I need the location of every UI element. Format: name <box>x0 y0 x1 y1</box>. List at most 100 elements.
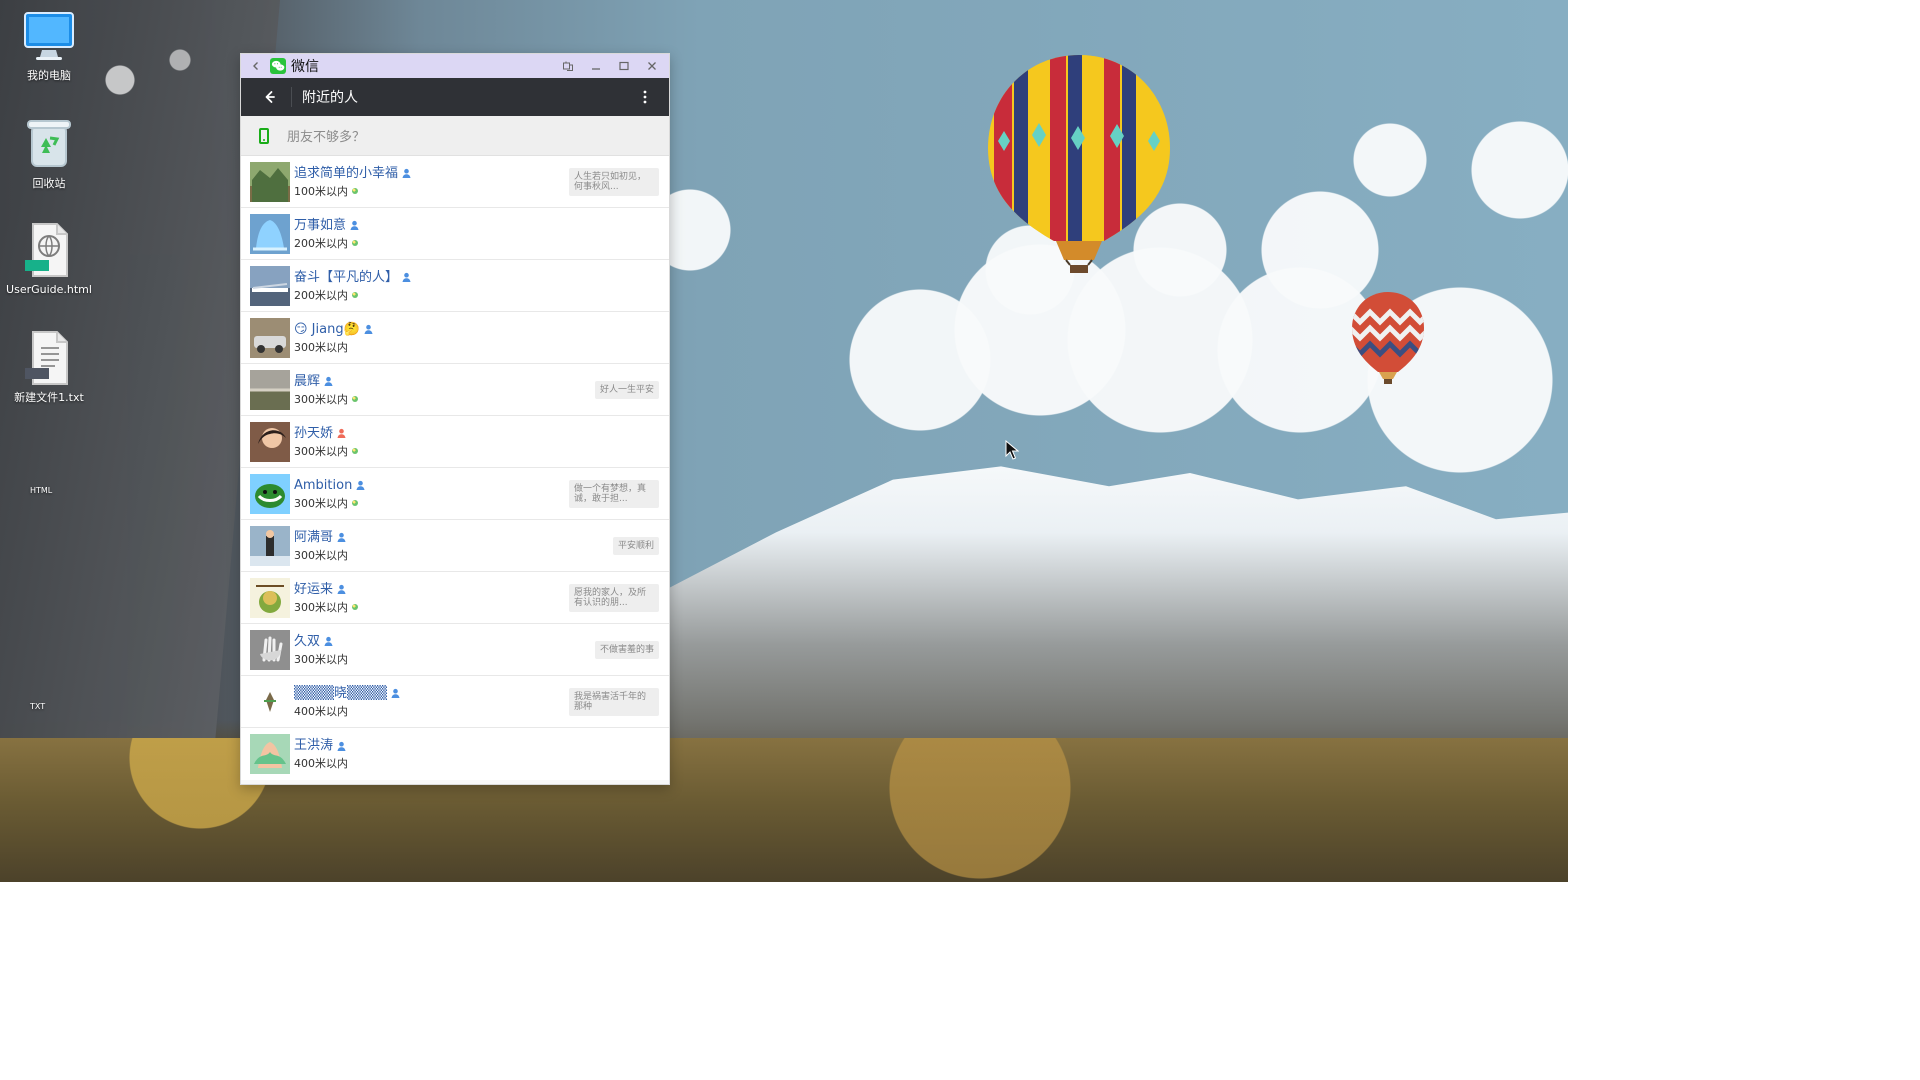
list-item[interactable]: 孙天娇 300米以内 <box>241 416 669 468</box>
list-item[interactable]: 万事如意 200米以内 <box>241 208 669 260</box>
distance: 300米以内 <box>294 496 348 510</box>
contact-name: 😏 Jiang🤔 <box>294 321 360 337</box>
signature: 平安顺利 <box>612 536 659 555</box>
phone-icon <box>259 127 269 144</box>
distance-line: 400米以内 <box>294 705 561 718</box>
person-icon <box>355 480 366 491</box>
page-title: 附近的人 <box>302 90 358 106</box>
distance-line: 300米以内 <box>294 497 561 510</box>
ground <box>0 738 1568 882</box>
desktop-icon-label: 新建文件1.txt <box>14 391 84 404</box>
contact-name: Ambition <box>294 477 353 493</box>
distance-line: 300米以内 <box>294 601 561 614</box>
titlebar-left: 微信 <box>247 56 559 76</box>
desktop-icon-new-text-file[interactable]: TXT 新建文件1.txt <box>1 330 97 711</box>
list-item[interactable]: 追求简单的小幸福 100米以内 人生若只如初见，何事秋风... <box>241 156 669 208</box>
chevron-left-icon[interactable] <box>247 57 265 75</box>
avatar <box>250 629 290 670</box>
item-main: Ambition 300米以内 <box>294 478 561 510</box>
distance-line: 300米以内 <box>294 445 659 458</box>
avatar <box>250 525 290 566</box>
status-dot <box>352 396 358 402</box>
desktop-icon-computer[interactable]: 我的电脑 <box>1 8 97 82</box>
minimize-icon[interactable] <box>587 57 605 75</box>
screenshot-icon[interactable] <box>559 57 577 75</box>
distance: 200米以内 <box>294 288 348 302</box>
avatar <box>250 734 290 774</box>
maximize-icon[interactable] <box>615 57 633 75</box>
desktop: 我的电脑 回收站 HTML UserGuide.html TXT 新建文件1.t… <box>0 0 1568 882</box>
contact-name: 久双 <box>294 633 321 649</box>
list-item[interactable]: 😏 Jiang🤔 300米以内 <box>241 312 669 364</box>
list-item[interactable]: 奋斗【平凡的人】 200米以内 <box>241 260 669 312</box>
desktop-icon-userguide-html[interactable]: HTML UserGuide.html <box>1 222 97 495</box>
person-icon <box>323 636 334 647</box>
avatar <box>250 369 290 410</box>
avatar <box>250 473 290 514</box>
list-item[interactable]: 王洪涛 400米以内 <box>241 728 669 780</box>
list-item[interactable]: ▒▒▒▒晓▒▒▒▒ 400米以内 我是祸害活千年的那种 <box>241 676 669 728</box>
distance-line: 400米以内 <box>294 757 659 770</box>
desktop-icon-label: 我的电脑 <box>27 69 71 82</box>
contact-name: 奋斗【平凡的人】 <box>294 269 399 285</box>
item-main: 久双 300米以内 <box>294 634 587 666</box>
contact-name: 追求简单的小幸福 <box>294 165 399 181</box>
distance-line: 300米以内 <box>294 393 587 406</box>
list-item[interactable]: 久双 300米以内 不做害羞的事 <box>241 624 669 676</box>
signature: 好人一生平安 <box>594 380 659 399</box>
distance-line: 200米以内 <box>294 289 659 302</box>
list-item[interactable]: Ambition 300米以内 做一个有梦想，真诚，敢于担... <box>241 468 669 520</box>
nearby-people-list: 追求简单的小幸福 100米以内 人生若只如初见，何事秋风... 万事如意 200… <box>241 156 669 780</box>
distance-line: 100米以内 <box>294 185 561 198</box>
item-main: 晨辉 300米以内 <box>294 374 587 406</box>
person-icon <box>336 584 347 595</box>
app-header: 附近的人 <box>241 78 669 116</box>
desktop-icon-label: UserGuide.html <box>6 283 92 296</box>
item-main: 追求简单的小幸福 100米以内 <box>294 166 561 198</box>
window-actions <box>559 57 669 75</box>
more-vertical-icon[interactable] <box>633 85 657 109</box>
more-friends-prompt[interactable]: 朋友不够多？ <box>241 116 669 156</box>
item-main: 😏 Jiang🤔 300米以内 <box>294 322 659 354</box>
avatar <box>250 161 290 202</box>
status-dot <box>352 240 358 246</box>
avatar <box>250 681 290 722</box>
status-dot <box>352 500 358 506</box>
distance: 200米以内 <box>294 236 348 250</box>
list-item[interactable]: 晨辉 300米以内 好人一生平安 <box>241 364 669 416</box>
desktop-icon-recycle-bin[interactable]: 回收站 <box>1 116 97 190</box>
arrow-left-icon[interactable] <box>257 85 281 109</box>
avatar <box>250 265 290 306</box>
hot-air-balloon-small <box>1352 292 1424 384</box>
name-line: 孙天娇 <box>294 426 659 442</box>
text-file-icon: TXT <box>21 330 77 711</box>
list-item[interactable]: 好运来 300米以内 愿我的家人，及所有认识的朋... <box>241 572 669 624</box>
distance: 300米以内 <box>294 340 348 354</box>
distance: 300米以内 <box>294 392 348 406</box>
contact-name: 王洪涛 <box>294 738 334 753</box>
item-main: ▒▒▒▒晓▒▒▒▒ 400米以内 <box>294 686 561 718</box>
distance: 300米以内 <box>294 548 348 562</box>
avatar <box>250 317 290 358</box>
name-line: 王洪涛 <box>294 738 659 754</box>
html-file-icon: HTML <box>21 222 77 495</box>
window-titlebar: 微信 <box>241 54 669 78</box>
hot-air-balloon-large <box>988 55 1170 273</box>
item-main: 奋斗【平凡的人】 200米以内 <box>294 270 659 302</box>
item-main: 万事如意 200米以内 <box>294 218 659 250</box>
distance: 300米以内 <box>294 600 348 614</box>
contact-name: 晨辉 <box>294 373 321 389</box>
status-dot <box>352 448 358 454</box>
name-line: 奋斗【平凡的人】 <box>294 270 659 286</box>
list-item[interactable]: 阿满哥 300米以内 平安顺利 <box>241 520 669 572</box>
person-icon <box>336 532 347 543</box>
name-line: 好运来 <box>294 582 561 598</box>
app-title: 微信 <box>291 59 319 75</box>
distance-line: 200米以内 <box>294 237 659 250</box>
close-icon[interactable] <box>643 57 661 75</box>
contact-name: 孙天娇 <box>294 425 334 441</box>
name-line: 久双 <box>294 634 587 650</box>
contact-name: 好运来 <box>294 581 334 597</box>
name-line: 万事如意 <box>294 218 659 234</box>
name-line: ▒▒▒▒晓▒▒▒▒ <box>294 686 561 702</box>
